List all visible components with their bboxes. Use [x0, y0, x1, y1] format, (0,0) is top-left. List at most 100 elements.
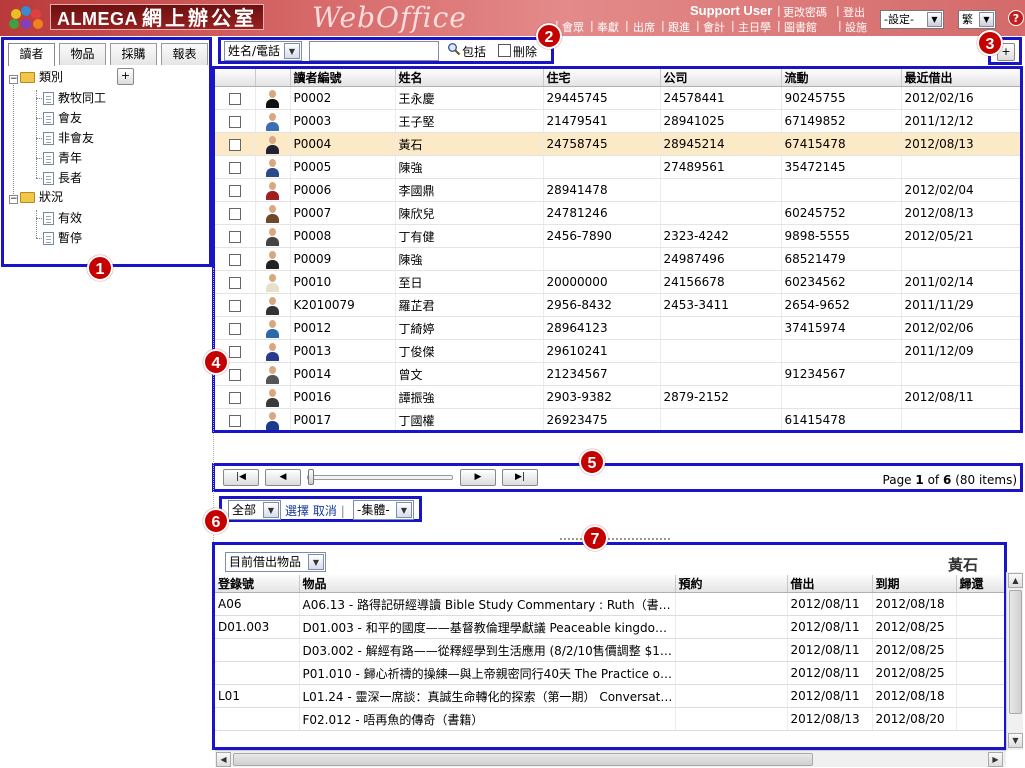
tree-item-pastoral-staff[interactable]: 教牧同工 [43, 89, 106, 107]
column-header-photo[interactable] [255, 69, 291, 87]
table-row[interactable]: K2010079 羅芷君 2956-8432 2453-3411 2654-9652 20… [215, 293, 1020, 317]
last-page-button[interactable]: ▶| [502, 469, 538, 486]
nav-offering-link[interactable]: 奉獻 [597, 19, 619, 35]
loan-vertical-scrollbar[interactable]: ▲ ▼ [1006, 572, 1023, 750]
search-icon[interactable] [447, 42, 461, 56]
table-row[interactable]: P0016 譚振強 2903-9382 2879-2152 2012/08/11 [215, 385, 1020, 409]
table-row[interactable]: P0014 曾文 21234567 91234567 [215, 362, 1020, 386]
scroll-thumb[interactable] [233, 753, 813, 766]
tab-readers[interactable]: 讀者 [8, 43, 55, 66]
group-action-select[interactable]: -集體- ▼ [353, 500, 414, 520]
column-header-office[interactable]: 公司 [660, 69, 782, 87]
column-header-borrowed[interactable]: 借出 [787, 575, 873, 593]
collapse-toggle[interactable]: − [9, 75, 18, 84]
table-row[interactable]: P0017 丁國權 26923475 61415478 [215, 408, 1020, 430]
logout-link[interactable]: 登出 [843, 4, 865, 20]
table-row[interactable]: F02.012 - 唔再魚的傳奇（書籍） 2012/08/13 2012/08/20 [215, 707, 1004, 731]
table-row[interactable]: P0003 王子堅 21479541 28941025 67149852 2011/12/… [215, 109, 1020, 133]
table-row[interactable]: P0007 陳欣兒 24781246 60245752 2012/08/13 [215, 201, 1020, 225]
first-page-button[interactable]: |◀ [223, 469, 259, 486]
table-row[interactable]: P0010 至日 20000000 24156678 60234562 2011/02/1… [215, 270, 1020, 294]
settings-select[interactable]: -設定- ▼ [880, 10, 944, 29]
loan-horizontal-scrollbar[interactable]: ◀ ▶ [215, 750, 1006, 767]
column-header-mobile[interactable]: 流動 [781, 69, 902, 87]
nav-sunday-school-link[interactable]: 主日學 [738, 19, 771, 35]
table-row[interactable]: P0013 丁俊傑 29610241 2011/12/09 [215, 339, 1020, 363]
scroll-thumb[interactable] [1009, 590, 1022, 714]
row-checkbox[interactable] [228, 207, 241, 220]
table-row[interactable]: L01 L01.24 - 靈深一席談：真誠生命轉化的探索（第一期） Convers… [215, 684, 1004, 708]
column-header-last-borrowed[interactable]: 最近借出 [901, 69, 1020, 87]
detail-view-select[interactable]: 目前借出物品 ▼ [225, 552, 326, 572]
column-header-accession[interactable]: 登錄號 [215, 575, 300, 593]
language-select[interactable]: 繁 ▼ [958, 10, 996, 29]
table-row[interactable]: P01.010 - 歸心祈禱的操練—與上帝親密同行40天 The Practic… [215, 661, 1004, 685]
tree-item-youth[interactable]: 青年 [43, 149, 82, 167]
table-row[interactable]: P0012 丁綺婷 28964123 37415974 2012/02/06 [215, 316, 1020, 340]
row-checkbox[interactable] [228, 92, 241, 105]
tree-group-category[interactable]: 類別 [20, 68, 63, 86]
prev-page-button[interactable]: ◀ [265, 469, 301, 486]
change-password-link[interactable]: 更改密碼 [783, 4, 827, 20]
tab-reports[interactable]: 報表 [161, 43, 208, 65]
column-header-due[interactable]: 到期 [872, 575, 957, 593]
help-icon[interactable]: ? [1008, 10, 1024, 26]
table-row[interactable]: P0006 李國鼎 28941478 2012/02/04 [215, 178, 1020, 202]
tree-item-elder[interactable]: 長者 [43, 169, 82, 187]
page-slider-handle[interactable] [308, 469, 314, 485]
row-checkbox[interactable] [228, 161, 241, 174]
nav-members-link[interactable]: 會眾 [562, 19, 584, 35]
column-header-reserve[interactable]: 預約 [675, 575, 788, 593]
scroll-down-icon[interactable]: ▼ [1008, 733, 1023, 748]
table-row[interactable]: P0008 丁有健 2456-7890 2323-4242 9898-5555 2012/… [215, 224, 1020, 248]
row-checkbox[interactable] [228, 391, 241, 404]
scroll-up-icon[interactable]: ▲ [1008, 573, 1023, 588]
tab-purchasing[interactable]: 採購 [110, 43, 157, 65]
column-header-returned[interactable]: 歸還 [956, 575, 1004, 593]
tree-item-active[interactable]: 有效 [43, 209, 82, 227]
column-header-reader-id[interactable]: 讀者編號 [290, 69, 396, 87]
search-input[interactable] [309, 41, 439, 61]
row-checkbox[interactable] [228, 299, 241, 312]
nav-followup-link[interactable]: 跟進 [668, 19, 690, 35]
next-page-button[interactable]: ▶ [460, 469, 496, 486]
tree-group-status[interactable]: 狀況 [20, 188, 63, 206]
table-row[interactable]: P0004 黃石 24758745 28945214 67415478 2012/08/1… [215, 132, 1020, 156]
column-header-select[interactable] [215, 69, 256, 87]
table-row[interactable]: P0002 王永慶 29445745 24578441 90245755 2012/02/… [215, 86, 1020, 110]
nav-facilities-link[interactable]: 設施 [845, 19, 867, 35]
cancel-link[interactable]: 取消 [313, 504, 337, 518]
table-row[interactable]: A06 A06.13 - 路得記研經導讀 Bible Study Commenta… [215, 592, 1004, 616]
column-header-item[interactable]: 物品 [299, 575, 676, 593]
row-checkbox[interactable] [228, 276, 241, 289]
nav-attendance-link[interactable]: 出席 [633, 19, 655, 35]
row-checkbox[interactable] [228, 230, 241, 243]
table-row[interactable]: D03.002 - 解經有路——從釋經學到生活應用 (8/2/10售價調整 $1… [215, 638, 1004, 662]
row-checkbox[interactable] [228, 345, 241, 358]
row-checkbox[interactable] [228, 414, 241, 427]
row-checkbox[interactable] [228, 138, 241, 151]
table-row[interactable]: D01.003 D01.003 - 和平的國度——基督教倫理學獻議 Peaceab… [215, 615, 1004, 639]
nav-library-link[interactable]: 圖書館 [784, 19, 817, 35]
table-row[interactable]: P0009 陳強 24987496 68521479 [215, 247, 1020, 271]
row-checkbox[interactable] [228, 253, 241, 266]
tab-items[interactable]: 物品 [59, 43, 106, 65]
scroll-right-icon[interactable]: ▶ [988, 752, 1003, 767]
tree-item-member[interactable]: 會友 [43, 109, 82, 127]
row-checkbox[interactable] [228, 322, 241, 335]
select-link[interactable]: 選擇 [285, 504, 309, 518]
tree-item-non-member[interactable]: 非會友 [43, 129, 94, 147]
row-checkbox[interactable] [228, 115, 241, 128]
scope-select[interactable]: 全部 ▼ [228, 500, 281, 520]
column-header-name[interactable]: 姓名 [395, 69, 544, 87]
collapse-toggle[interactable]: − [9, 195, 18, 204]
row-checkbox[interactable] [228, 368, 241, 381]
page-slider-track[interactable] [307, 475, 453, 480]
table-row[interactable]: P0005 陳強 27489561 35472145 [215, 155, 1020, 179]
scroll-left-icon[interactable]: ◀ [216, 752, 231, 767]
search-field-select[interactable]: 姓名/電話 ▼ [224, 41, 302, 61]
add-category-button[interactable]: + [117, 68, 134, 85]
deleted-checkbox[interactable] [498, 44, 511, 57]
nav-accounting-link[interactable]: 會計 [703, 19, 725, 35]
row-checkbox[interactable] [228, 184, 241, 197]
